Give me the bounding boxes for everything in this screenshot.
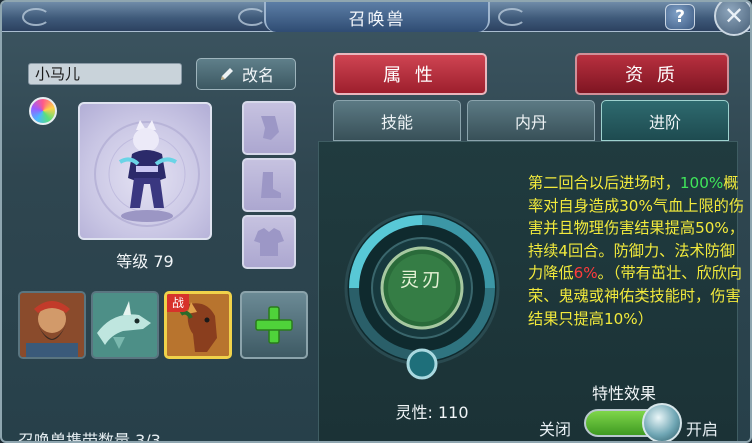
armor-icon: [254, 228, 284, 256]
toggle-off-label: 关闭: [539, 420, 572, 439]
spirit-value: 灵性: 110: [395, 403, 469, 422]
pencil-icon: [220, 68, 233, 80]
carry-count: 召唤兽携带数量 3/3: [18, 431, 161, 443]
rainbow-orb-icon[interactable]: [29, 97, 57, 125]
pet-figure-icon: [94, 120, 200, 227]
pet-slot-3[interactable]: 战: [164, 291, 232, 359]
add-pet-button[interactable]: [240, 291, 308, 359]
pet-window: 召唤兽 ? ✕ 小马儿 改名 等级 79 战 召唤兽携带数量 3/3 属 性 资…: [0, 0, 752, 443]
desc-part: 第二回合以后进场时，: [528, 174, 680, 192]
plus-icon: [255, 306, 293, 344]
rename-label: 改名: [241, 66, 274, 85]
swirl-ornament-icon: [238, 8, 266, 26]
equip-slot-armor[interactable]: [242, 215, 296, 269]
pet-slot-2[interactable]: [91, 291, 159, 359]
trait-title: 特性效果: [592, 384, 657, 403]
toggle-on-label: 开启: [686, 420, 719, 439]
pet-name-field[interactable]: 小马儿: [28, 63, 182, 85]
skill-ring-icon: [344, 210, 500, 380]
window-title: 召唤兽: [264, 2, 490, 32]
pet-level: 等级 79: [116, 252, 174, 271]
swirl-ornament-icon: [498, 8, 526, 26]
tab-aptitude[interactable]: 资 质: [575, 53, 729, 95]
trait-toggle-knob[interactable]: [642, 403, 682, 441]
skill-description: 第二回合以后进场时，100%概率对自身造成30%气血上限的伤害并且物理伤害结果提…: [528, 172, 750, 394]
armband-icon: [261, 116, 279, 140]
pet-slot-1[interactable]: [18, 291, 86, 359]
desc-part-green: 100%: [679, 174, 724, 192]
boot-icon: [261, 172, 281, 198]
title-bar: 召唤兽 ? ✕: [2, 2, 750, 36]
subtab-advance[interactable]: 进阶: [601, 100, 729, 141]
rename-button[interactable]: 改名: [196, 58, 296, 90]
skill-name: 灵刃: [399, 269, 444, 291]
subtab-inner-core[interactable]: 内丹: [467, 100, 595, 141]
battle-badge: 战: [167, 294, 189, 312]
subtab-skills[interactable]: 技能: [333, 100, 461, 141]
desc-part-red: 6%: [573, 264, 598, 283]
dragon-portrait: [93, 293, 157, 357]
close-button[interactable]: ✕: [714, 2, 750, 36]
bearded-warrior-portrait: [20, 293, 84, 357]
equip-slot-armband[interactable]: [242, 101, 296, 155]
swirl-ornament-icon: [22, 8, 50, 26]
pet-portrait: [78, 102, 212, 240]
tab-attributes[interactable]: 属 性: [333, 53, 487, 95]
help-button[interactable]: ?: [665, 4, 695, 30]
equip-slot-boot[interactable]: [242, 158, 296, 212]
